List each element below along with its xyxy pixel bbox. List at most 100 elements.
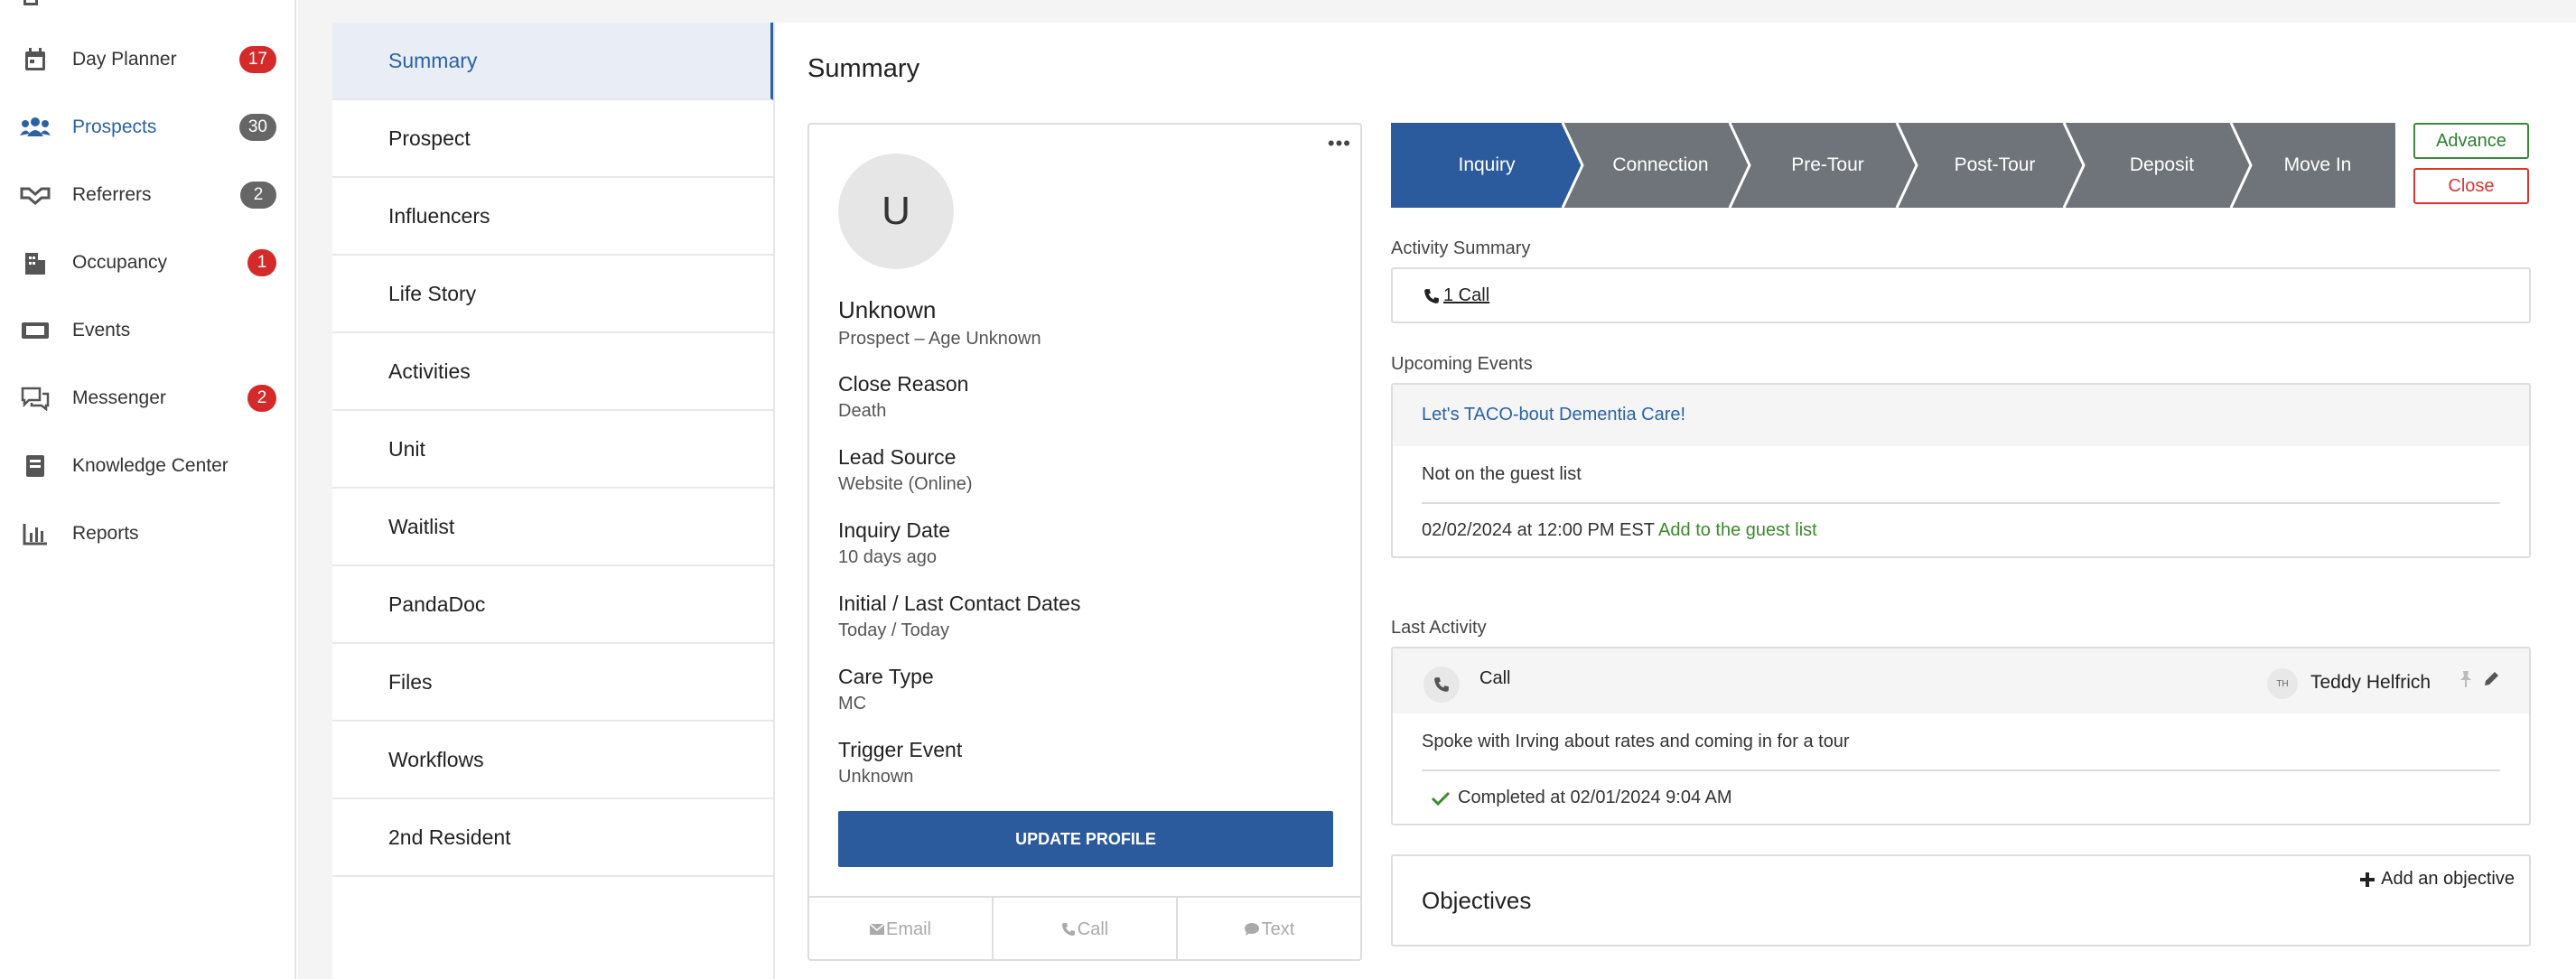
event-header: Let's TACO-bout Dementia Care! — [1393, 385, 2529, 446]
event-title-link[interactable]: Let's TACO-bout Dementia Care! — [1422, 405, 1685, 425]
update-profile-button[interactable]: UPDATE PROFILE — [838, 811, 1333, 867]
nav-label: Events — [72, 320, 131, 340]
count-badge: 17 — [238, 46, 276, 73]
prospect-name: Unknown — [838, 296, 937, 323]
field-label: Close Reason — [838, 372, 969, 396]
nav-item-events[interactable]: Events — [0, 303, 296, 358]
left-nav: Day Planner 17 Prospects 30 Referrers 2 … — [0, 0, 296, 979]
count-badge: 1 — [247, 249, 276, 276]
add-objective-label: Add an objective — [2381, 869, 2515, 889]
section-label: Workflows — [388, 747, 484, 771]
upcoming-events-label: Upcoming Events — [1391, 354, 1533, 374]
section-workflows[interactable]: Workflows — [332, 722, 773, 799]
field-value: Unknown — [838, 767, 914, 787]
menu-icon[interactable] — [23, 0, 38, 5]
step-post-tour[interactable]: Post-Tour — [1906, 123, 2084, 208]
field-value: 10 days ago — [838, 547, 937, 567]
step-deposit[interactable]: Deposit — [2073, 123, 2251, 208]
section-label: Unit — [388, 436, 425, 461]
step-pre-tour[interactable]: Pre-Tour — [1739, 123, 1917, 208]
advance-button[interactable]: Advance — [2413, 123, 2529, 159]
section-files[interactable]: Files — [332, 644, 773, 722]
section-waitlist[interactable]: Waitlist — [332, 489, 773, 566]
nav-item-referrers[interactable]: Referrers 2 — [0, 168, 296, 222]
field-value: MC — [838, 694, 867, 713]
section-unit[interactable]: Unit — [332, 411, 773, 489]
prospect-subtitle: Prospect – Age Unknown — [838, 329, 1041, 349]
email-button[interactable]: Email — [809, 898, 994, 961]
divider — [1422, 769, 2500, 771]
chat-icon — [20, 383, 51, 414]
add-to-guest-list-link[interactable]: Add to the guest list — [1658, 520, 1817, 540]
nav-label: Referrers — [72, 184, 152, 205]
field-value: Death — [838, 401, 887, 421]
nav-item-occupancy[interactable]: Occupancy 1 — [0, 236, 296, 290]
section-label: Life Story — [388, 281, 477, 305]
pin-icon[interactable] — [2459, 670, 2473, 693]
section-influencers[interactable]: Influencers — [332, 178, 773, 256]
text-label: Text — [1261, 918, 1295, 939]
section-pandadoc[interactable]: PandaDoc — [332, 566, 773, 644]
field-label: Initial / Last Contact Dates — [838, 592, 1081, 615]
email-label: Email — [885, 918, 931, 939]
nav-item-reports[interactable]: Reports — [0, 507, 296, 561]
step-connection[interactable]: Connection — [1572, 123, 1750, 208]
section-label: PandaDoc — [388, 592, 486, 616]
bar-chart-icon — [20, 518, 51, 549]
contact-actions: Email Call Text — [809, 896, 1360, 961]
nav-item-messenger[interactable]: Messenger 2 — [0, 371, 296, 425]
section-label: Influencers — [388, 203, 490, 228]
calendar-icon — [20, 44, 51, 75]
count-badge: 2 — [240, 182, 276, 209]
section-label: Files — [388, 669, 433, 694]
nav-label: Occupancy — [72, 252, 168, 273]
handshake-icon — [20, 180, 51, 210]
field-label: Care Type — [838, 665, 934, 688]
nav-label: Reports — [72, 523, 139, 544]
edit-pencil-icon[interactable] — [2482, 670, 2500, 693]
section-menu: Summary Prospect Influencers Life Story … — [332, 23, 773, 979]
step-inquiry[interactable]: Inquiry — [1391, 123, 1582, 208]
check-icon — [1431, 791, 1451, 806]
section-life-story[interactable]: Life Story — [332, 256, 773, 333]
building-icon — [20, 247, 51, 278]
nav-label: Knowledge Center — [72, 455, 229, 476]
avatar: U — [838, 154, 954, 269]
field-value: Today / Today — [838, 620, 950, 640]
call-label: Call — [1077, 918, 1109, 939]
phone-icon — [1061, 923, 1075, 936]
call-type-icon — [1423, 667, 1460, 703]
divider — [1422, 502, 2500, 504]
nav-item-knowledge-center[interactable]: Knowledge Center — [0, 439, 296, 493]
section-summary[interactable]: Summary — [332, 23, 773, 100]
more-options-icon[interactable]: ••• — [1328, 132, 1351, 155]
upcoming-event-card: Let's TACO-bout Dementia Care! Not on th… — [1391, 383, 2531, 558]
ticket-icon — [20, 315, 51, 346]
section-prospect[interactable]: Prospect — [332, 100, 773, 178]
nav-label: Day Planner — [72, 49, 177, 70]
last-activity-card: Call TH Teddy Helfrich Spoke with Irving… — [1391, 647, 2531, 825]
activity-summary-box: 1 Call — [1391, 267, 2531, 323]
call-count-link[interactable]: 1 Call — [1443, 285, 1489, 306]
section-label: 2nd Resident — [388, 825, 511, 849]
profile-card: ••• U Unknown Prospect – Age Unknown Clo… — [807, 123, 1362, 961]
event-datetime: 02/02/2024 at 12:00 PM EST — [1422, 520, 1655, 540]
user-name: Teddy Helfrich — [2310, 672, 2431, 693]
avatar-initial: U — [882, 189, 910, 233]
activity-summary-label: Activity Summary — [1391, 238, 1531, 258]
add-objective-button[interactable]: Add an objective — [2359, 869, 2515, 890]
text-button[interactable]: Text — [1178, 898, 1360, 961]
count-badge: 2 — [247, 385, 276, 412]
section-2nd-resident[interactable]: 2nd Resident — [332, 799, 773, 877]
activity-type: Call — [1479, 668, 1511, 688]
chat-bubble-icon — [1244, 923, 1259, 936]
nav-item-day-planner[interactable]: Day Planner 17 — [0, 33, 296, 87]
page-title: Summary — [807, 54, 920, 83]
call-button[interactable]: Call — [994, 898, 1178, 961]
section-label: Activities — [388, 359, 471, 383]
close-button[interactable]: Close — [2413, 168, 2529, 204]
step-move-in[interactable]: Move In — [2240, 123, 2395, 208]
guest-status: Not on the guest list — [1422, 464, 1582, 484]
section-activities[interactable]: Activities — [332, 333, 773, 411]
nav-item-prospects[interactable]: Prospects 30 — [0, 100, 296, 154]
